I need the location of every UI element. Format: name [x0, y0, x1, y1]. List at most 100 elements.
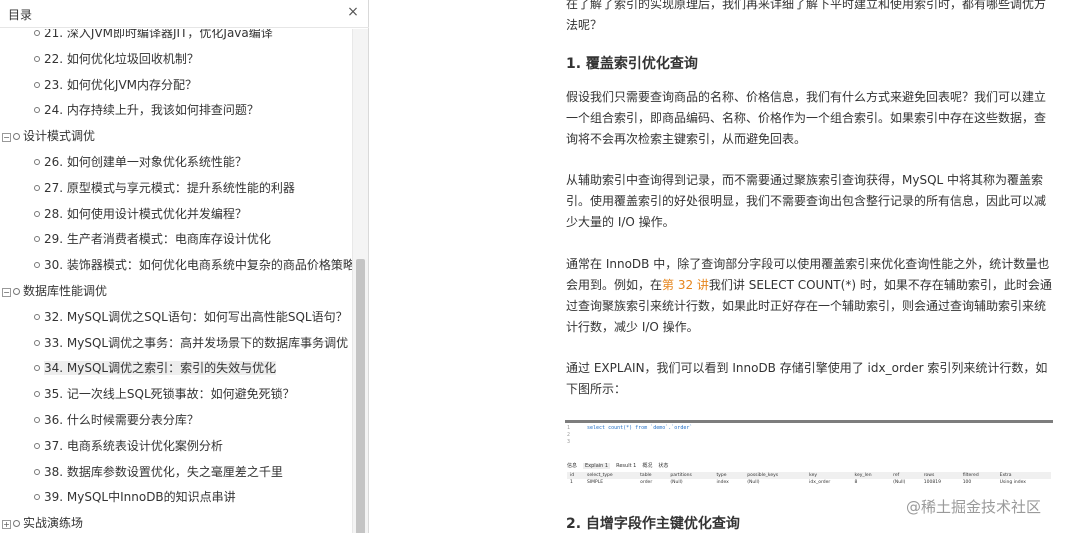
toc-item[interactable]: 24. 内存持续上升，我该如何排查问题？ — [0, 101, 259, 123]
bullet-icon — [34, 391, 40, 398]
explain-header-cell: key — [806, 472, 852, 479]
explain-data-cell: (Null) — [893, 480, 906, 485]
result-tab: 信息 — [567, 463, 578, 469]
explain-data-cell: 1 — [570, 480, 573, 485]
paragraph-count: 通常在 InnoDB 中，除了查询部分字段可以使用覆盖索引来优化查询性能之外，统… — [566, 254, 1056, 338]
explain-data-row: 1 SIMPLE order (Null) index (Null) idx_order 8 (… — [567, 479, 1051, 486]
bullet-icon — [34, 262, 40, 269]
toc-item-label: 23. 如何优化JVM内存分配？ — [44, 77, 198, 92]
explain-data-cell: order — [640, 480, 653, 485]
heading-auto-increment: 2. 自增字段作主键优化查询 — [566, 516, 740, 532]
bullet-icon — [34, 30, 40, 36]
explain-data-cell: Using index — [999, 480, 1026, 485]
bullet-icon — [34, 494, 40, 501]
heading-covering-index: 1. 覆盖索引优化查询 — [566, 56, 698, 72]
toc-panel: 目录 × 21. 深入JVM即时编译器JIT，优化Java编译 22. 如何优化垃… — [0, 0, 369, 533]
result-tab: Result 1 — [616, 463, 637, 469]
toc-item-label: 39. MySQL中InnoDB的知识点串讲 — [44, 490, 236, 505]
explain-header-cell: select_type — [583, 472, 638, 479]
explain-data-cell: 100 — [962, 480, 972, 485]
explain-header-cell: filtered — [959, 472, 997, 479]
toc-item[interactable]: 36. 什么时候需要分表分库？ — [0, 411, 199, 433]
paragraph-covering-index-benefit: 从辅助索引中查询得到记录，而不需要通过聚族索引查询获得，MySQL 中将其称为覆… — [566, 173, 1047, 229]
paragraph-explain: 通过 EXPLAIN，我们可以看到 InnoDB 存储引擎使用了 idx_ord… — [566, 361, 1048, 396]
paragraph-covering-index: 假设我们只需要查询商品的名称、价格信息，我们有什么方式来避免回表呢？我们可以建立… — [566, 90, 1047, 146]
toc-item-label: 34. MySQL调优之索引：索引的失效与优化 — [44, 361, 277, 376]
explain-data-cell: 100819 — [923, 480, 941, 485]
toc-item[interactable]: 29. 生产者消费者模式：电商库存设计优化 — [0, 230, 271, 252]
explain-header-cell: type — [713, 472, 745, 479]
toc-item-label: 30. 装饰器模式：如何优化电商系统中复杂的商品价格策略？ — [44, 258, 352, 273]
toc-item-label: 设计模式调优 — [23, 129, 96, 144]
toc-item[interactable]: 38. 数据库参数设置优化，失之毫厘差之千里 — [0, 463, 283, 485]
toc-item-label: 21. 深入JVM即时编译器JIT，优化Java编译 — [44, 29, 273, 40]
watermark: @稀土掘金技术社区 — [906, 498, 1042, 516]
expand-icon[interactable]: + — [2, 520, 11, 530]
toc-item-label: 26. 如何创建单一对象优化系统性能？ — [44, 155, 247, 169]
toc-scrollbar[interactable] — [352, 29, 368, 533]
toc-section[interactable]: − 设计模式调优 — [0, 127, 95, 149]
toc-item[interactable]: 27. 原型模式与享元模式：提升系统性能的利器 — [0, 179, 295, 201]
explain-data-cell: SIMPLE — [586, 480, 604, 485]
explain-header-cell: partitions — [667, 472, 714, 479]
bullet-icon — [34, 184, 40, 191]
bullet-icon — [34, 159, 40, 165]
toc-item-label: 28. 如何使用设计模式优化并发编程？ — [44, 206, 247, 221]
toc-item-label: 36. 什么时候需要分表分库？ — [44, 413, 199, 427]
explain-data-cell: (Null) — [670, 480, 683, 485]
toc-item[interactable]: 22. 如何优化垃圾回收机制？ — [0, 50, 199, 72]
collapse-icon[interactable]: − — [2, 133, 11, 143]
result-tab: 概况 — [642, 463, 653, 469]
explain-header-cell: table — [637, 472, 668, 479]
toc-item[interactable]: 39. MySQL中InnoDB的知识点串讲 — [0, 488, 236, 510]
toc-item-label: 29. 生产者消费者模式：电商库存设计优化 — [44, 232, 271, 247]
sql-code: select count(*) from `demo`.`order` — [587, 425, 693, 431]
toc-item[interactable]: 21. 深入JVM即时编译器JIT，优化Java编译 — [0, 29, 273, 46]
toc-section[interactable]: − 数据库性能调优 — [0, 282, 107, 304]
toc-item[interactable]: 37. 电商系统表设计优化案例分析 — [0, 437, 223, 459]
close-icon[interactable]: × — [345, 4, 361, 20]
collapse-icon[interactable]: − — [2, 288, 11, 297]
bullet-icon — [34, 339, 40, 346]
explain-header-cell: key_len — [851, 472, 891, 479]
lecture-32-link[interactable]: 第 32 讲 — [662, 278, 709, 292]
result-tab: 状态 — [658, 463, 669, 469]
scrollbar-thumb[interactable] — [356, 259, 365, 533]
explain-data-cell: 8 — [854, 480, 858, 485]
explain-header-row: id select_type table partitions type possible… — [567, 472, 1051, 479]
bullet-icon — [34, 468, 40, 475]
explain-data-cell: index — [716, 480, 729, 485]
explain-header-cell: Extra — [996, 472, 1051, 479]
toc-item[interactable]: 26. 如何创建单一对象优化系统性能？ — [0, 153, 247, 175]
toc-item[interactable]: 23. 如何优化JVM内存分配？ — [0, 76, 197, 98]
result-tabs: 信息 Explain 1 Result 1 概况 状态 — [567, 462, 674, 469]
explain-header-cell: ref — [890, 472, 921, 479]
toc-item-label: 22. 如何优化垃圾回收机制？ — [44, 51, 199, 66]
explain-result-table: id select_type table partitions type possible… — [567, 472, 1051, 486]
toc-item[interactable]: 28. 如何使用设计模式优化并发编程？ — [0, 205, 247, 227]
toc-item[interactable]: 33. MySQL调优之事务：高并发场景下的数据库事务调优 — [0, 334, 348, 356]
intro-paragraph: 在了解了索引的实现原理后，我们再来详细了解下平时建立和使用索引时，都有哪些调优方… — [566, 0, 1047, 32]
result-tab: Explain 1 — [583, 463, 611, 469]
toc-item[interactable]: 34. MySQL调优之索引：索引的失效与优化 — [0, 359, 277, 381]
toc-item-label: 32. MySQL调优之SQL语句：如何写出高性能SQL语句？ — [44, 309, 348, 324]
section-icon — [13, 288, 20, 295]
toc-item-label: 38. 数据库参数设置优化，失之毫厘差之千里 — [44, 464, 283, 479]
bullet-icon — [34, 55, 40, 62]
bullet-icon — [34, 365, 40, 372]
explain-header-cell: rows — [920, 472, 960, 479]
toc-item-label: 实战演练场 — [23, 516, 84, 531]
explain-header-cell: id — [567, 472, 584, 479]
toc-item[interactable]: 35. 记一次线上SQL死锁事故：如何避免死锁？ — [0, 385, 295, 407]
toc-section[interactable]: + 实战演练场 — [0, 514, 83, 533]
bullet-icon — [34, 81, 40, 88]
toc-item-label: 27. 原型模式与享元模式：提升系统性能的利器 — [44, 180, 295, 195]
toc-item[interactable]: 32. MySQL调优之SQL语句：如何写出高性能SQL语句？ — [0, 308, 348, 330]
toc-item[interactable]: 30. 装饰器模式：如何优化电商系统中复杂的商品价格策略？ — [0, 256, 352, 278]
code-line-numbers: 1 2 3 — [567, 425, 571, 445]
toc-list: 21. 深入JVM即时编译器JIT，优化Java编译 22. 如何优化垃圾回收机制… — [0, 29, 352, 533]
toc-item-label: 33. MySQL调优之事务：高并发场景下的数据库事务调优 — [44, 335, 349, 350]
toc-title: 目录 — [8, 8, 33, 22]
section-icon — [13, 520, 20, 528]
explain-data-cell: idx_order — [809, 480, 831, 485]
